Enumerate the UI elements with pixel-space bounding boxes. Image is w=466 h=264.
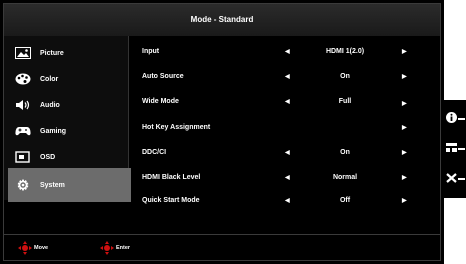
setting-value: On: [340, 149, 350, 156]
sidebar-item-osd[interactable]: OSD: [8, 144, 128, 170]
key-indicator-line: [458, 178, 465, 180]
menu-key[interactable]: [446, 138, 466, 160]
dpad-enter-icon: [100, 241, 114, 255]
arrow-left-icon[interactable]: ◀: [285, 190, 290, 212]
arrow-right-icon[interactable]: ▶: [402, 117, 407, 139]
close-icon: [446, 170, 457, 188]
sidebar-item-label: System: [40, 181, 65, 189]
arrow-left-icon[interactable]: ◀: [285, 66, 290, 88]
setting-row-hdmi-black-level[interactable]: HDMI Black Level ◀ Normal ▶: [130, 167, 440, 189]
setting-row-hot-key-assignment[interactable]: Hot Key Assignment ▶: [130, 117, 440, 139]
page-title: Mode - Standard: [190, 15, 254, 24]
close-key[interactable]: [446, 168, 466, 190]
setting-row-auto-source[interactable]: Auto Source ◀ On ▶: [130, 66, 440, 88]
sidebar-item-audio[interactable]: Audio: [8, 92, 128, 118]
enter-label: Enter: [116, 245, 131, 251]
setting-row-ddc-ci[interactable]: DDC/CI ◀ On ▶: [130, 142, 440, 164]
arrow-right-icon[interactable]: ▶: [402, 66, 407, 88]
sidebar-item-label: Color: [40, 75, 59, 83]
arrow-right-icon[interactable]: ▶: [402, 41, 407, 63]
setting-label: DDC/CI: [142, 149, 167, 156]
setting-value: Full: [338, 98, 352, 105]
gear-icon: ⚙: [16, 176, 30, 193]
picture-icon: [14, 46, 32, 60]
setting-row-wide-mode[interactable]: Wide Mode ◀ Full ▶: [130, 91, 440, 113]
side-key-panel: [444, 100, 466, 198]
arrow-left-icon[interactable]: ◀: [285, 91, 290, 113]
footer: Move Enter: [4, 236, 440, 260]
setting-value: Off: [339, 197, 351, 204]
setting-row-quick-start-mode[interactable]: Quick Start Mode ◀ Off ▶: [130, 190, 440, 212]
setting-value: Normal: [332, 174, 358, 181]
arrow-left-icon[interactable]: ◀: [285, 142, 290, 164]
sidebar-item-color[interactable]: Color: [8, 66, 128, 92]
arrow-right-icon[interactable]: ▶: [402, 167, 407, 189]
title-bar: Mode - Standard: [4, 4, 440, 36]
move-label: Move: [34, 245, 49, 251]
setting-row-input[interactable]: Input ◀ HDMI 1(2.0) ▶: [130, 41, 440, 63]
arrow-right-icon[interactable]: ▶: [402, 93, 407, 115]
setting-value: On: [340, 73, 350, 80]
info-key[interactable]: [446, 108, 466, 130]
gamepad-icon: [14, 124, 32, 138]
osd-icon: [14, 150, 32, 164]
osd-window: Mode - Standard Picture Color Audio Gami…: [0, 0, 444, 264]
setting-label: Hot Key Assignment: [142, 124, 211, 131]
sidebar: Picture Color Audio Gaming OSD ⚙ System: [4, 36, 131, 202]
footer-divider: [4, 234, 440, 235]
sidebar-item-picture[interactable]: Picture: [8, 40, 128, 66]
key-indicator-line: [458, 148, 465, 150]
arrow-right-icon[interactable]: ▶: [402, 190, 407, 212]
arrow-left-icon[interactable]: ◀: [285, 167, 290, 189]
setting-label: HDMI Black Level: [142, 174, 201, 181]
setting-label: Auto Source: [142, 73, 184, 80]
sidebar-item-gaming[interactable]: Gaming: [8, 118, 128, 144]
setting-label: Wide Mode: [142, 98, 179, 105]
settings-list: Input ◀ HDMI 1(2.0) ▶ Auto Source ◀ On ▶…: [130, 36, 440, 204]
menu-icon: [446, 140, 457, 158]
arrow-right-icon[interactable]: ▶: [402, 142, 407, 164]
sidebar-item-label: OSD: [40, 153, 56, 161]
setting-label: Input: [142, 48, 160, 55]
sidebar-item-system[interactable]: ⚙ System: [8, 168, 131, 202]
dpad-move-icon: [18, 241, 32, 255]
info-icon: [446, 110, 457, 128]
sidebar-item-label: Audio: [40, 101, 60, 109]
enter-hint: Enter: [100, 236, 130, 260]
sidebar-item-label: Gaming: [40, 127, 67, 135]
setting-value: HDMI 1(2.0): [325, 48, 365, 55]
palette-icon: [14, 72, 32, 86]
arrow-left-icon[interactable]: ◀: [285, 41, 290, 63]
speaker-icon: [14, 98, 32, 112]
move-hint: Move: [18, 236, 48, 260]
setting-label: Quick Start Mode: [142, 197, 200, 204]
key-indicator-line: [458, 118, 465, 120]
sidebar-item-label: Picture: [40, 49, 64, 57]
